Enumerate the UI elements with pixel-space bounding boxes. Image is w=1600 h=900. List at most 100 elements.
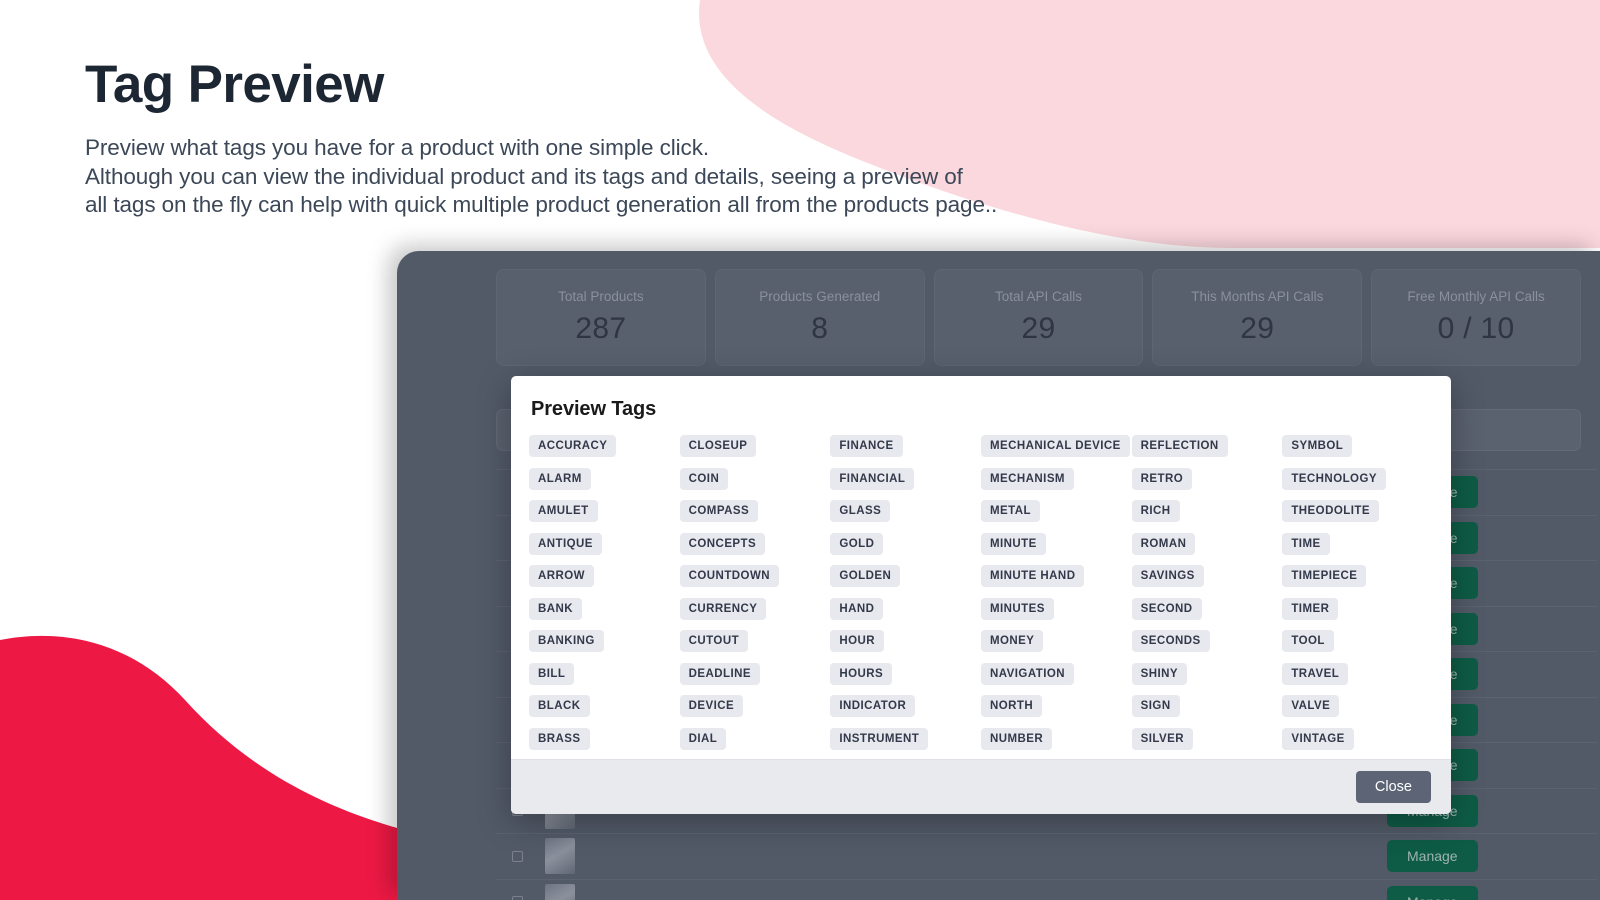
tag-chip[interactable]: COUNTDOWN xyxy=(679,565,779,587)
tag-chip[interactable]: BILL xyxy=(529,662,575,685)
tag-chip[interactable]: DIAL xyxy=(679,727,727,750)
crimson-blob-shape xyxy=(0,635,420,900)
tag-chip[interactable]: COMPASS xyxy=(679,500,759,522)
tag-chip[interactable]: ARROW xyxy=(529,565,594,587)
stats-row: Total Products 287 Products Generated 8 … xyxy=(496,269,1581,366)
tag-chip[interactable]: DEADLINE xyxy=(679,662,761,685)
stat-label: Products Generated xyxy=(759,289,881,304)
tag-chip[interactable]: TIMEPIECE xyxy=(1282,565,1367,587)
stat-card-total-products: Total Products 287 xyxy=(496,269,706,366)
tag-chip[interactable]: ANTIQUE xyxy=(529,532,602,555)
stat-value: 8 xyxy=(811,312,829,345)
preview-tags-modal: Preview Tags ACCURACY ALARM AMULET ANTIQUE A… xyxy=(511,376,1451,814)
tag-chip[interactable]: BRASS xyxy=(529,727,590,750)
tag-chip[interactable]: MONEY xyxy=(981,630,1044,652)
tag-chip[interactable]: AMULET xyxy=(529,500,598,522)
tag-chip[interactable]: TIMER xyxy=(1282,597,1339,620)
tag-column: ACCURACY ALARM AMULET ANTIQUE ARROW BANK BANKI… xyxy=(529,435,680,759)
row-checkbox[interactable] xyxy=(512,850,523,862)
tag-chip[interactable]: SECOND xyxy=(1131,597,1202,620)
tag-chip[interactable]: TECHNOLOGY xyxy=(1282,467,1386,490)
tag-column: REFLECTION RETRO RICH ROMAN SAVINGS SECOND SEC… xyxy=(1131,435,1283,759)
table-row[interactable]: Manage xyxy=(496,878,1597,900)
tag-chip[interactable]: VINTAGE xyxy=(1282,727,1354,750)
tag-chip[interactable]: SECONDS xyxy=(1131,630,1210,652)
tag-column: CLOSEUP COIN COMPASS CONCEPTS COUNTDOWN CURRE… xyxy=(679,435,831,759)
tag-chip[interactable]: METAL xyxy=(981,500,1041,522)
tag-chip[interactable]: INSTRUMENT xyxy=(830,727,929,750)
tag-chip[interactable]: RETRO xyxy=(1131,467,1193,490)
tag-chip[interactable]: MINUTES xyxy=(981,597,1054,620)
close-button[interactable]: Close xyxy=(1355,771,1431,803)
tag-chip[interactable]: BLACK xyxy=(529,695,590,717)
hero-subtitle-line-3: all tags on the fly can help with quick … xyxy=(85,192,998,218)
stat-card-products-generated: Products Generated 8 xyxy=(714,269,925,366)
tag-chip[interactable]: SHINY xyxy=(1131,662,1188,685)
tag-chip[interactable]: GOLDEN xyxy=(830,565,901,587)
tag-chip[interactable]: RICH xyxy=(1131,500,1180,522)
product-thumbnail xyxy=(545,883,575,900)
tag-chip[interactable]: GLASS xyxy=(830,500,891,522)
stat-label: Free Monthly API Calls xyxy=(1407,289,1545,304)
tag-chip[interactable]: CUTOUT xyxy=(679,630,749,652)
stat-label: This Months API Calls xyxy=(1191,289,1324,304)
tag-chip[interactable]: TRAVEL xyxy=(1282,662,1349,685)
tag-chip[interactable]: CONCEPTS xyxy=(679,532,766,555)
tag-chip[interactable]: CURRENCY xyxy=(679,597,767,620)
tag-chip[interactable]: HOUR xyxy=(830,630,884,652)
tag-chip[interactable]: MINUTE HAND xyxy=(981,565,1085,587)
tag-chip[interactable]: SYMBOL xyxy=(1282,435,1353,457)
stat-label: Total Products xyxy=(558,289,644,304)
stat-value: 29 xyxy=(1240,312,1275,345)
tag-chip[interactable]: SILVER xyxy=(1131,727,1194,750)
tag-chip[interactable]: ALARM xyxy=(529,467,591,490)
tag-chip[interactable]: SIGN xyxy=(1131,695,1180,717)
tag-chip[interactable]: NAVIGATION xyxy=(981,662,1074,685)
tag-chip[interactable]: THEODOLITE xyxy=(1282,500,1379,522)
stat-value: 0 / 10 xyxy=(1437,312,1515,345)
tag-chip[interactable]: FINANCIAL xyxy=(830,467,915,490)
tag-column: SYMBOL TECHNOLOGY THEODOLITE TIME TIMEPIECE T… xyxy=(1282,435,1433,759)
table-row[interactable]: Manage xyxy=(496,833,1597,879)
tag-chip[interactable]: HOURS xyxy=(830,662,893,685)
page-root: Tag Preview Preview what tags you have f… xyxy=(0,0,1600,900)
tag-chip[interactable]: BANK xyxy=(529,597,583,620)
hero-section: Tag Preview Preview what tags you have f… xyxy=(85,55,997,220)
tag-column: FINANCE FINANCIAL GLASS GOLD GOLDEN HAND HOUR H… xyxy=(830,435,981,759)
manage-button[interactable]: Manage xyxy=(1387,885,1478,900)
tag-chip[interactable]: REFLECTION xyxy=(1131,435,1228,457)
tag-chip[interactable]: COIN xyxy=(679,467,729,490)
stat-card-this-months-api-calls: This Months API Calls 29 xyxy=(1152,269,1363,366)
tag-chip[interactable]: HAND xyxy=(830,597,884,620)
tag-chip[interactable]: CLOSEUP xyxy=(679,435,757,457)
page-title: Tag Preview xyxy=(85,55,384,114)
tag-chip[interactable]: GOLD xyxy=(830,532,884,555)
tag-chip[interactable]: NUMBER xyxy=(981,727,1053,750)
tag-chip[interactable]: ROMAN xyxy=(1131,532,1196,555)
row-checkbox[interactable] xyxy=(512,896,523,900)
tag-chip[interactable]: VALVE xyxy=(1282,695,1340,717)
stat-value: 287 xyxy=(575,312,627,345)
tag-chip[interactable]: NORTH xyxy=(981,695,1043,717)
stat-value: 29 xyxy=(1021,312,1056,345)
tag-chip[interactable]: INDICATOR xyxy=(830,695,916,717)
hero-subtitle-line-1: Preview what tags you have for a product… xyxy=(85,135,709,161)
modal-title: Preview Tags xyxy=(531,398,657,420)
hero-subtitle: Preview what tags you have for a product… xyxy=(85,134,997,220)
tag-chip[interactable]: TIME xyxy=(1282,532,1330,555)
tag-chip[interactable]: SAVINGS xyxy=(1131,565,1204,587)
tag-chip[interactable]: MINUTE xyxy=(981,532,1046,555)
tag-chip[interactable]: MECHANICAL DEVICE xyxy=(981,435,1130,457)
tag-chip[interactable]: DEVICE xyxy=(679,695,744,717)
tag-chip[interactable]: ACCURACY xyxy=(529,435,617,457)
tag-grid: ACCURACY ALARM AMULET ANTIQUE ARROW BANK BANKI… xyxy=(529,435,1433,759)
tag-chip[interactable]: TOOL xyxy=(1282,630,1334,652)
hero-subtitle-line-2: Although you can view the individual pro… xyxy=(85,163,963,189)
manage-button[interactable]: Manage xyxy=(1387,840,1478,873)
tag-chip[interactable]: FINANCE xyxy=(830,435,903,457)
tag-column: MECHANICAL DEVICE MECHANISM METAL MINUTE MIN… xyxy=(981,435,1132,759)
stat-card-free-monthly-api-calls: Free Monthly API Calls 0 / 10 xyxy=(1371,269,1581,366)
product-thumbnail xyxy=(545,838,575,875)
tag-chip[interactable]: BANKING xyxy=(529,630,604,652)
tag-chip[interactable]: MECHANISM xyxy=(981,467,1074,490)
